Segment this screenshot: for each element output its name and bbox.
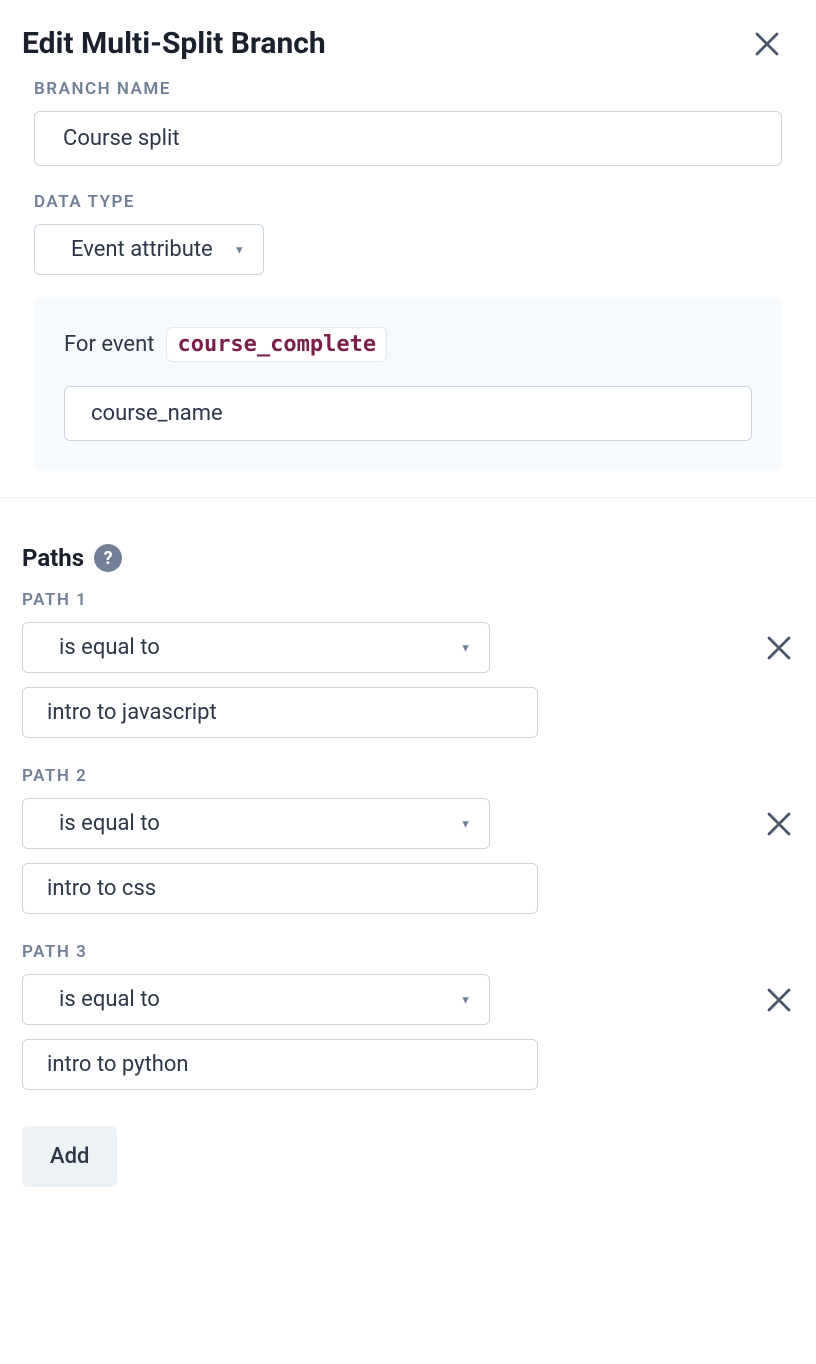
data-type-label: DATA TYPE (34, 192, 782, 212)
path-value-input[interactable] (22, 1039, 538, 1090)
path-condition-select[interactable]: is equal to ▼ (22, 622, 490, 673)
path-condition-value: is equal to (23, 799, 489, 848)
page-title: Edit Multi-Split Branch (22, 26, 326, 61)
path-block: PATH 1 is equal to ▼ (22, 590, 794, 738)
path-block: PATH 2 is equal to ▼ (22, 766, 794, 914)
path-condition-value: is equal to (23, 623, 489, 672)
path-label: PATH 2 (22, 766, 794, 786)
help-icon[interactable]: ? (94, 544, 122, 572)
event-attribute-input[interactable] (64, 386, 752, 441)
path-block: PATH 3 is equal to ▼ (22, 942, 794, 1090)
branch-name-label: BRANCH NAME (34, 79, 782, 99)
path-label: PATH 3 (22, 942, 794, 962)
paths-title: Paths (22, 544, 84, 572)
path-value-input[interactable] (22, 687, 538, 738)
branch-name-input[interactable] (34, 111, 782, 166)
path-value-input[interactable] (22, 863, 538, 914)
path-label: PATH 1 (22, 590, 794, 610)
event-name-badge: course_complete (166, 327, 387, 362)
remove-path-icon[interactable] (764, 633, 794, 663)
close-icon[interactable] (752, 29, 782, 59)
data-type-select[interactable]: Event attribute ▼ (34, 224, 264, 275)
for-event-label: For event (64, 332, 154, 357)
remove-path-icon[interactable] (764, 985, 794, 1015)
path-condition-select[interactable]: is equal to ▼ (22, 798, 490, 849)
data-type-select-value: Event attribute (35, 225, 263, 274)
path-condition-value: is equal to (23, 975, 489, 1024)
add-path-button[interactable]: Add (22, 1126, 117, 1187)
remove-path-icon[interactable] (764, 809, 794, 839)
path-condition-select[interactable]: is equal to ▼ (22, 974, 490, 1025)
event-card: For event course_complete (34, 297, 782, 471)
